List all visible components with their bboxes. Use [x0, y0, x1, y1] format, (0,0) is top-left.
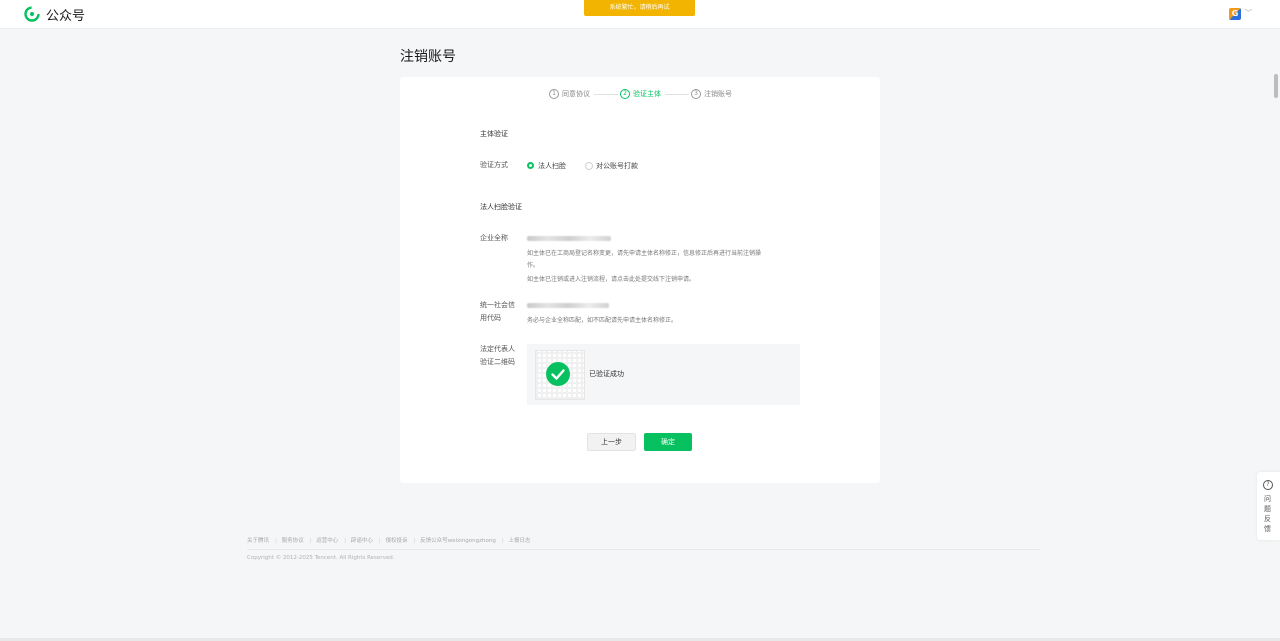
footer-link[interactable]: 服务协议 — [282, 538, 304, 544]
radio-bank-transfer[interactable] — [585, 162, 593, 170]
credit-code-redacted — [527, 303, 609, 308]
footer-separator: | — [309, 538, 312, 544]
scan-status-text: 已验证成功 — [589, 370, 624, 378]
step-2: 2 验证主体 — [620, 89, 661, 99]
radio-face-scan-label[interactable]: 法人扫脸 — [538, 161, 566, 171]
scan-result-box: 已验证成功 — [527, 344, 800, 405]
question-icon: ? — [1263, 480, 1273, 490]
footer-separator: | — [501, 538, 504, 544]
offline-cancel-hint[interactable]: 如主体已注销或进入注销流程，请点击此处提交线下注销申请。 — [527, 274, 807, 286]
company-hint-line: 作。 — [527, 262, 540, 269]
step-label: 同意协议 — [562, 90, 590, 98]
footer-link[interactable]: 侵权投诉 — [386, 538, 408, 544]
company-hint: 如主体已在工商局登记名称变更，请先申请主体名称修正，信息修正后再进行当前注销操 … — [527, 248, 807, 272]
copyright: Copyright © 2012-2025 Tencent. All Right… — [247, 555, 395, 561]
footer-separator: | — [378, 538, 381, 544]
footer-separator: | — [344, 538, 347, 544]
confirm-button[interactable]: 确定 — [644, 433, 692, 451]
step-3: 3 注销账号 — [691, 89, 732, 99]
step-number: 2 — [620, 89, 630, 99]
company-name-redacted — [527, 236, 611, 241]
section-title-main: 主体验证 — [480, 130, 508, 138]
step-1: 1 同意协议 — [549, 89, 590, 99]
wechat-official-logo-icon[interactable] — [24, 6, 40, 22]
footer-link[interactable]: 辟谣中心 — [351, 538, 373, 544]
prev-step-button[interactable]: 上一步 — [587, 433, 636, 451]
radio-bank-transfer-label[interactable]: 对公账号打款 — [596, 161, 638, 171]
footer-link[interactable]: 上报日志 — [508, 538, 530, 544]
company-hint-line: 如主体已在工商局登记名称变更，请先申请主体名称修正，信息修正后再进行当前注销操 — [527, 250, 762, 257]
step-label: 注销账号 — [704, 90, 732, 98]
radio-face-scan[interactable] — [527, 162, 534, 169]
credit-code-hint: 务必与企业全称匹配，如不匹配请先申请主体名称修正。 — [527, 317, 678, 324]
system-notice-banner: 系统繁忙，请稍后再试 — [584, 0, 695, 16]
account-avatar-icon[interactable]: G — [1229, 8, 1241, 20]
scrollbar-thumb[interactable] — [1274, 74, 1278, 98]
page-title: 注销账号 — [400, 49, 456, 65]
cancel-account-card: 1 同意协议 2 验证主体 3 注销账号 主体验证 验证方式 法人扫脸 对公账号打款 … — [400, 77, 880, 483]
company-label: 企业全称 — [480, 234, 508, 242]
scan-qr-label: 法定代表人 验证二维码 — [480, 343, 522, 369]
step-connector — [665, 94, 689, 95]
feedback-label: 问题反馈 — [1264, 495, 1271, 533]
success-check-icon — [546, 362, 570, 386]
footer-link[interactable]: 反馈公众号weixingongzhong — [420, 538, 496, 544]
step-number: 1 — [549, 89, 559, 99]
step-number: 3 — [691, 89, 701, 99]
brand-name[interactable]: 公众号 — [46, 5, 85, 24]
credit-code-label-line: 统一社会信 — [480, 301, 515, 309]
top-bar: 公众号 系统繁忙，请稍后再试 G ﹀ — [0, 0, 1280, 29]
footer-separator: | — [413, 538, 416, 544]
credit-code-label: 统一社会信 用代码 — [480, 299, 522, 325]
footer-link[interactable]: 关于腾讯 — [247, 538, 269, 544]
footer-divider — [247, 549, 1040, 550]
footer-link[interactable]: 运营中心 — [316, 538, 338, 544]
scan-qr-label-line: 验证二维码 — [480, 358, 515, 366]
step-label: 验证主体 — [633, 90, 661, 98]
method-label: 验证方式 — [480, 161, 508, 169]
section-title-face: 法人扫脸验证 — [480, 203, 522, 211]
chevron-down-icon[interactable]: ﹀ — [1245, 8, 1252, 18]
step-connector — [594, 94, 618, 95]
feedback-button[interactable]: ? 问题反馈 — [1257, 472, 1280, 540]
credit-code-label-line: 用代码 — [480, 314, 501, 322]
footer-links: 关于腾讯 | 服务协议 | 运营中心 | 辟谣中心 | 侵权投诉 | 反馈公众号weixi… — [247, 536, 533, 544]
scan-qr-label-line: 法定代表人 — [480, 345, 515, 353]
footer-separator: | — [275, 538, 277, 544]
